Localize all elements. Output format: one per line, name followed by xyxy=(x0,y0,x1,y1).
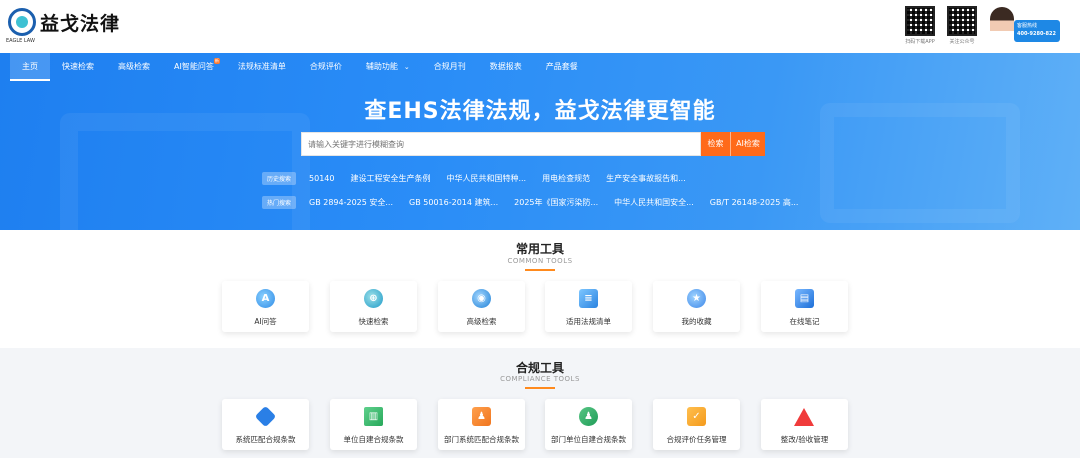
customer-service-avatar xyxy=(990,7,1014,41)
logo-icon xyxy=(8,8,36,36)
tool-label: 部门系统匹配合规条款 xyxy=(444,435,519,444)
notebook-icon: ▤ xyxy=(795,289,814,308)
logo-text: 益戈法律 xyxy=(40,12,121,35)
quick-search-icon: ⊕ xyxy=(364,289,383,308)
logo-subtitle: EAGLE LAW xyxy=(6,38,35,44)
hot-tag[interactable]: GB/T 26148-2025 高... xyxy=(710,197,799,208)
tool-card-system-match[interactable]: 系统匹配合规条款 xyxy=(222,399,309,450)
nav-item-compliance-eval[interactable]: 合规评价 xyxy=(298,53,354,81)
tool-label: 合规评价任务管理 xyxy=(666,435,727,444)
hot-tag[interactable]: GB 50016-2014 建筑... xyxy=(409,197,498,208)
history-label: 历史搜索 xyxy=(262,172,297,185)
title-underline xyxy=(525,269,555,271)
nav-item-law-list[interactable]: 法规标准清单 xyxy=(226,53,298,81)
tool-card-eval-tasks[interactable]: ✓ 合规评价任务管理 xyxy=(653,399,740,450)
advanced-search-icon: ◉ xyxy=(472,289,491,308)
nav-item-packages[interactable]: 产品套餐 xyxy=(534,53,590,81)
warning-icon xyxy=(794,407,814,426)
nav-item-home[interactable]: 主页 xyxy=(10,53,50,81)
compliance-tools-subtitle: COMPLIANCE TOOLS xyxy=(500,375,580,383)
nav-label: 合规评价 xyxy=(309,62,342,71)
team-icon: ♟ xyxy=(579,407,598,426)
qr-caption-app: 扫码下载APP xyxy=(905,39,935,45)
nav-label: 辅助功能 xyxy=(365,62,398,71)
ai-search-button[interactable]: AI检索 xyxy=(730,132,765,156)
tool-label: 快速检索 xyxy=(358,317,389,326)
wechat-qr-icon xyxy=(947,6,977,36)
nav-item-reports[interactable]: 数据报表 xyxy=(478,53,534,81)
hotline-number: 400-9280-822 xyxy=(1017,31,1056,37)
main-nav: 主页 快速检索 高级检索 AI智能问答新 法规标准清单 合规评价 辅助功能 ⌄ 合… xyxy=(0,53,1080,81)
hot-label: 热门搜索 xyxy=(262,196,297,209)
shield-check-icon xyxy=(254,405,277,428)
hero-banner: 主页 快速检索 高级检索 AI智能问答新 法规标准清单 合规评价 辅助功能 ⌄ 合… xyxy=(0,53,1080,230)
common-tools-subtitle: COMMON TOOLS xyxy=(507,257,573,265)
tool-card-ai-qa[interactable]: A AI问答 xyxy=(222,281,309,332)
tool-label: 在线笔记 xyxy=(789,317,820,326)
hotline-label: 客服热线 xyxy=(1017,23,1038,29)
nav-label: 高级检索 xyxy=(118,62,150,71)
nav-item-quick-search[interactable]: 快速检索 xyxy=(50,53,106,81)
new-badge: 新 xyxy=(213,58,220,64)
nav-label: 快速检索 xyxy=(62,62,94,71)
tool-label: 整改/验收管理 xyxy=(780,435,829,444)
star-icon: ★ xyxy=(687,289,706,308)
hot-tag[interactable]: GB 2894-2025 安全... xyxy=(309,197,393,208)
history-tag[interactable]: 50140 xyxy=(309,174,334,183)
building-icon: ▥ xyxy=(364,407,383,426)
ai-chat-icon: A xyxy=(256,289,275,308)
nav-label: AI智能问答 xyxy=(174,62,214,71)
site-logo[interactable]: 益戈法律 xyxy=(8,8,120,36)
nav-label: 数据报表 xyxy=(489,62,522,71)
tool-card-dept-system-match[interactable]: ♟ 部门系统匹配合规条款 xyxy=(438,399,525,450)
tool-card-dept-unit-custom[interactable]: ♟ 部门单位自建合规条款 xyxy=(545,399,632,450)
hotline-badge[interactable]: 客服热线 400-9280-822 xyxy=(1014,20,1060,42)
hot-tag[interactable]: 2025年《国家污染防... xyxy=(514,197,598,208)
tool-card-favorites[interactable]: ★ 我的收藏 xyxy=(653,281,740,332)
tool-label: 高级检索 xyxy=(466,317,497,326)
history-tag[interactable]: 建设工程安全生产条例 xyxy=(350,173,430,184)
tool-card-rectification[interactable]: 整改/验收管理 xyxy=(761,399,848,450)
tool-card-law-list[interactable]: ≡ 适用法规清单 xyxy=(545,281,632,332)
tool-card-advanced-search[interactable]: ◉ 高级检索 xyxy=(438,281,525,332)
nav-label: 合规月刊 xyxy=(433,62,466,71)
hot-tag[interactable]: 中华人民共和国安全... xyxy=(614,197,694,208)
title-underline xyxy=(525,387,555,389)
tool-label: 部门单位自建合规条款 xyxy=(551,435,626,444)
hot-search-row: 热门搜索 GB 2894-2025 安全... GB 50016-2014 建筑… xyxy=(262,196,814,209)
site-header: 益戈法律 EAGLE LAW 扫码下载APP 关注公众号 客服热线 400-92… xyxy=(0,0,1080,53)
tool-label: 系统匹配合规条款 xyxy=(235,435,296,444)
history-tag[interactable]: 中华人民共和国特种... xyxy=(446,173,526,184)
law-list-icon: ≡ xyxy=(579,289,598,308)
compliance-tools-title: 合规工具 xyxy=(515,361,564,375)
nav-item-aux-functions[interactable]: 辅助功能 ⌄ xyxy=(354,53,422,81)
common-tools-title: 常用工具 xyxy=(515,242,564,256)
nav-item-ai-qa[interactable]: AI智能问答新 xyxy=(162,53,226,81)
hero-title: 查EHS法律法规，益戈法律更智能 xyxy=(364,99,716,124)
clipboard-check-icon: ✓ xyxy=(687,407,706,426)
tool-label: 我的收藏 xyxy=(681,317,712,326)
tool-label: 单位自建合规条款 xyxy=(343,435,404,444)
user-document-icon: ♟ xyxy=(472,407,491,426)
qr-caption-wechat: 关注公众号 xyxy=(949,39,975,45)
tool-card-unit-custom[interactable]: ▥ 单位自建合规条款 xyxy=(330,399,417,450)
tool-label: 适用法规清单 xyxy=(566,317,611,326)
nav-item-monthly[interactable]: 合规月刊 xyxy=(422,53,478,81)
search-history-row: 历史搜索 50140 建设工程安全生产条例 中华人民共和国特种... 用电检查规… xyxy=(262,172,702,185)
history-tag[interactable]: 生产安全事故报告和... xyxy=(606,173,686,184)
nav-label: 主页 xyxy=(22,62,38,71)
app-download-qr-icon xyxy=(905,6,935,36)
nav-label: 产品套餐 xyxy=(545,62,578,71)
search-input[interactable] xyxy=(301,132,701,156)
nav-label: 法规标准清单 xyxy=(237,62,286,71)
tool-card-quick-search[interactable]: ⊕ 快速检索 xyxy=(330,281,417,332)
chevron-down-icon: ⌄ xyxy=(403,63,410,71)
tool-card-notes[interactable]: ▤ 在线笔记 xyxy=(761,281,848,332)
tool-label: AI问答 xyxy=(254,317,277,326)
search-button[interactable]: 检索 xyxy=(701,132,730,156)
nav-item-advanced-search[interactable]: 高级检索 xyxy=(106,53,162,81)
history-tag[interactable]: 用电检查规范 xyxy=(542,173,590,184)
